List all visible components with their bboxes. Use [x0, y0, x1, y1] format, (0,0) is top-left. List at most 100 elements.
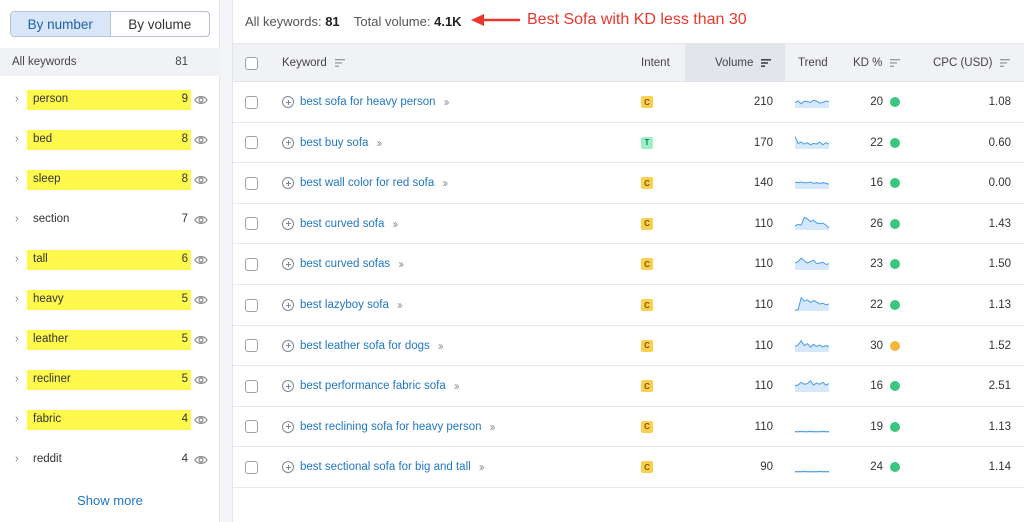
- volume-column-header[interactable]: Volume: [715, 44, 772, 82]
- add-to-list-icon[interactable]: [282, 420, 294, 433]
- add-to-list-icon[interactable]: [282, 258, 294, 271]
- keyword-link[interactable]: best curved sofa: [300, 218, 384, 230]
- eye-icon[interactable]: [194, 334, 208, 346]
- table-row: best performance fabric sofa ›› C 110 16 2.51: [233, 366, 1024, 407]
- sparkline-svg: [795, 430, 829, 433]
- eye-icon[interactable]: [194, 174, 208, 186]
- group-count: 5: [181, 333, 188, 345]
- double-chevron-icon[interactable]: ››: [438, 339, 444, 353]
- trend-sparkline: [795, 204, 829, 244]
- row-checkbox[interactable]: [245, 379, 258, 393]
- keyword-link[interactable]: best reclining sofa for heavy person: [300, 421, 482, 433]
- volume-value: 110: [754, 299, 773, 311]
- chevron-right-icon[interactable]: ›: [15, 213, 25, 225]
- eye-icon[interactable]: [194, 414, 208, 426]
- keyword-link[interactable]: best curved sofas: [300, 258, 390, 270]
- all-keywords-group[interactable]: All keywords 81: [0, 48, 220, 76]
- group-label: fabric: [33, 413, 62, 425]
- keyword-link[interactable]: best performance fabric sofa: [300, 380, 446, 392]
- add-to-list-icon[interactable]: [282, 177, 294, 190]
- add-to-list-icon[interactable]: [282, 217, 294, 230]
- kd-difficulty-dot: [890, 218, 900, 229]
- table-row: best curved sofas ›› C 110 23 1.50: [233, 244, 1024, 285]
- by-number-button[interactable]: By number: [11, 12, 111, 36]
- group-count: 4: [181, 413, 188, 425]
- eye-icon[interactable]: [194, 294, 208, 306]
- keyword-group-section[interactable]: › section 7: [0, 200, 220, 240]
- row-checkbox[interactable]: [245, 460, 258, 474]
- keyword-group-sleep[interactable]: › sleep 8: [0, 160, 220, 200]
- keyword-group-person[interactable]: › person 9: [0, 80, 220, 120]
- chevron-right-icon[interactable]: ›: [15, 93, 25, 105]
- row-checkbox[interactable]: [245, 420, 258, 434]
- add-to-list-icon[interactable]: [282, 96, 294, 108]
- row-checkbox[interactable]: [245, 217, 258, 231]
- group-label: sleep: [33, 173, 61, 185]
- row-checkbox[interactable]: [245, 136, 258, 150]
- group-count: 4: [181, 453, 188, 465]
- keyword-group-leather[interactable]: › leather 5: [0, 320, 220, 360]
- keyword-link[interactable]: best sofa for heavy person: [300, 96, 436, 108]
- add-to-list-icon[interactable]: [282, 380, 294, 393]
- chevron-right-icon[interactable]: ›: [15, 133, 25, 145]
- double-chevron-icon[interactable]: ››: [392, 217, 398, 231]
- double-chevron-icon[interactable]: ››: [490, 420, 496, 434]
- keyword-group-recliner[interactable]: › recliner 5: [0, 360, 220, 400]
- eye-icon[interactable]: [194, 134, 208, 146]
- keyword-link[interactable]: best lazyboy sofa: [300, 299, 389, 311]
- keyword-column-header[interactable]: Keyword: [282, 44, 345, 82]
- add-to-list-icon[interactable]: [282, 339, 294, 352]
- double-chevron-icon[interactable]: ››: [479, 460, 485, 474]
- keyword-group-tall[interactable]: › tall 6: [0, 240, 220, 280]
- add-to-list-icon[interactable]: [282, 461, 294, 474]
- keyword-link[interactable]: best wall color for red sofa: [300, 177, 434, 189]
- chevron-right-icon[interactable]: ›: [15, 333, 25, 345]
- add-to-list-icon[interactable]: [282, 136, 294, 149]
- by-volume-button[interactable]: By volume: [111, 12, 210, 36]
- double-chevron-icon[interactable]: ››: [376, 136, 382, 150]
- double-chevron-icon[interactable]: ››: [398, 257, 404, 271]
- row-checkbox[interactable]: [245, 257, 258, 271]
- chevron-right-icon[interactable]: ›: [15, 293, 25, 305]
- chevron-right-icon[interactable]: ›: [15, 373, 25, 385]
- show-more-link[interactable]: Show more: [0, 493, 220, 508]
- chevron-right-icon[interactable]: ›: [15, 173, 25, 185]
- kd-value: 26: [870, 217, 883, 230]
- keyword-group-reddit[interactable]: › reddit 4: [0, 440, 220, 480]
- eye-icon[interactable]: [194, 454, 208, 466]
- kd-difficulty-dot: [890, 421, 900, 432]
- trend-sparkline: [795, 123, 829, 163]
- keyword-group-fabric[interactable]: › fabric 4: [0, 400, 220, 440]
- row-checkbox[interactable]: [245, 95, 258, 109]
- double-chevron-icon[interactable]: ››: [442, 176, 448, 190]
- keyword-group-bed[interactable]: › bed 8: [0, 120, 220, 160]
- chevron-right-icon[interactable]: ›: [15, 453, 25, 465]
- keyword-link[interactable]: best leather sofa for dogs: [300, 340, 430, 352]
- kd-difficulty-dot: [890, 300, 900, 310]
- double-chevron-icon[interactable]: ››: [444, 95, 450, 109]
- eye-icon[interactable]: [194, 94, 208, 106]
- kd-column-header[interactable]: KD %: [853, 44, 901, 82]
- kd-value: 30: [870, 339, 883, 352]
- kd-value: 23: [870, 258, 883, 271]
- double-chevron-icon[interactable]: ››: [454, 379, 460, 393]
- keyword-link[interactable]: best sectional sofa for big and tall: [300, 461, 471, 473]
- row-checkbox[interactable]: [245, 339, 258, 353]
- eye-icon[interactable]: [194, 254, 208, 266]
- kd-value: 22: [870, 136, 883, 149]
- eye-icon[interactable]: [194, 374, 208, 386]
- cpc-column-header[interactable]: CPC (USD): [933, 44, 1011, 82]
- keyword-link[interactable]: best buy sofa: [300, 137, 368, 149]
- intent-badge: C: [641, 339, 653, 352]
- chevron-right-icon[interactable]: ›: [15, 413, 25, 425]
- keyword-group-heavy[interactable]: › heavy 5: [0, 280, 220, 320]
- row-checkbox[interactable]: [245, 176, 258, 190]
- chevron-right-icon[interactable]: ›: [15, 253, 25, 265]
- eye-icon[interactable]: [194, 214, 208, 226]
- select-all-checkbox[interactable]: [245, 56, 258, 70]
- double-chevron-icon[interactable]: ››: [397, 298, 403, 312]
- trend-sparkline: [795, 285, 829, 325]
- add-to-list-icon[interactable]: [282, 299, 294, 311]
- all-keywords-count: 81: [175, 56, 188, 68]
- row-checkbox[interactable]: [245, 298, 258, 312]
